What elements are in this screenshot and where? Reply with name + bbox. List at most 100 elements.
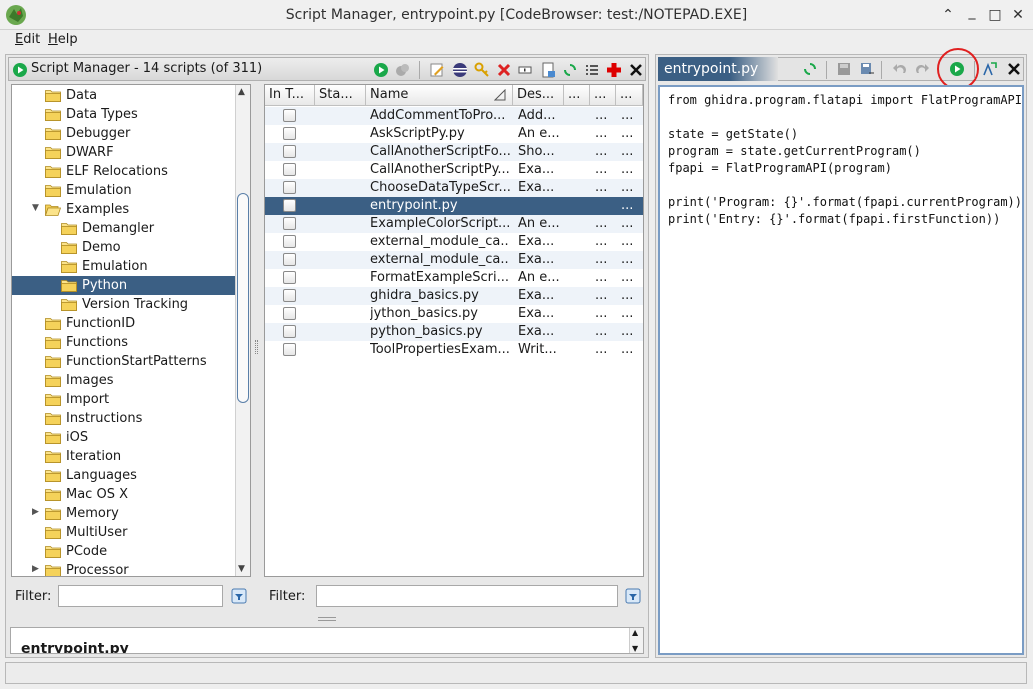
tree-item[interactable]: Demangler: [12, 219, 236, 238]
in-tool-checkbox[interactable]: [283, 325, 296, 338]
in-tool-checkbox[interactable]: [283, 343, 296, 356]
run-script-icon[interactable]: [373, 62, 389, 78]
script-category-tree[interactable]: Data Data Types Debugger DWARF ELF Relocatio…: [11, 84, 251, 577]
close-panel-icon[interactable]: [628, 62, 644, 78]
in-tool-checkbox[interactable]: [283, 145, 296, 158]
table-row[interactable]: entrypoint.py...: [265, 197, 643, 215]
column-header-6[interactable]: ...: [590, 85, 616, 106]
tree-item[interactable]: iOS: [12, 428, 236, 447]
tree-item[interactable]: ELF Relocations: [12, 162, 236, 181]
minimize-button[interactable]: _: [962, 2, 982, 22]
tree-item[interactable]: Demo: [12, 238, 236, 257]
tree-item[interactable]: Import: [12, 390, 236, 409]
table-row[interactable]: AskScriptPy.py An e.........: [265, 125, 643, 143]
menu-edit[interactable]: Edit: [15, 32, 40, 47]
script-directories-icon[interactable]: [584, 62, 600, 78]
key-binding-icon[interactable]: [474, 62, 490, 78]
tree-item[interactable]: ▶ Processor: [12, 561, 236, 576]
tree-item[interactable]: Data Types: [12, 105, 236, 124]
table-row[interactable]: CallAnotherScriptPy.... Exa.........: [265, 161, 643, 179]
in-tool-checkbox[interactable]: [283, 181, 296, 194]
column-header-status[interactable]: Sta...: [315, 85, 366, 106]
save-icon[interactable]: [836, 61, 852, 77]
tree-item[interactable]: Images: [12, 371, 236, 390]
in-tool-checkbox[interactable]: [283, 271, 296, 284]
tree-item[interactable]: DWARF: [12, 143, 236, 162]
scroll-up-arrow-icon[interactable]: ▲: [238, 87, 245, 97]
table-row[interactable]: external_module_ca... Exa.........: [265, 251, 643, 269]
collapsed-arrow-icon[interactable]: ▶: [32, 564, 39, 574]
expanded-arrow-icon[interactable]: ▼: [32, 203, 39, 213]
delete-script-icon[interactable]: [496, 62, 512, 78]
vertical-splitter-handle[interactable]: [255, 340, 258, 354]
table-filter-input[interactable]: [316, 585, 618, 607]
table-row[interactable]: python_basics.py Exa.........: [265, 323, 643, 341]
in-tool-checkbox[interactable]: [283, 307, 296, 320]
table-row[interactable]: FormatExampleScri... An e.........: [265, 269, 643, 287]
scroll-down-arrow-icon[interactable]: ▼: [238, 564, 245, 574]
in-tool-checkbox[interactable]: [283, 289, 296, 302]
editor-tab[interactable]: entrypoint.py: [658, 57, 778, 81]
in-tool-checkbox[interactable]: [283, 109, 296, 122]
tree-item[interactable]: Debugger: [12, 124, 236, 143]
tree-item[interactable]: ▼ Examples: [12, 200, 236, 219]
table-row[interactable]: ToolPropertiesExam... Writ.........: [265, 341, 643, 359]
table-row[interactable]: CallAnotherScriptFo... Sho.........: [265, 143, 643, 161]
table-row[interactable]: AddCommentToPro... Add.........: [265, 107, 643, 125]
tree-item[interactable]: Python: [12, 276, 236, 295]
tree-item[interactable]: FunctionID: [12, 314, 236, 333]
eclipse-icon[interactable]: [452, 62, 468, 78]
in-tool-checkbox[interactable]: [283, 199, 296, 212]
description-scroll-down-icon[interactable]: ▼: [632, 644, 638, 653]
refresh-icon[interactable]: [562, 62, 578, 78]
table-filter-options-icon[interactable]: [625, 588, 641, 604]
collapsed-arrow-icon[interactable]: ▶: [32, 507, 39, 517]
menu-help[interactable]: Help: [48, 32, 78, 47]
code-editor[interactable]: from ghidra.program.flatapi import FlatP…: [658, 85, 1024, 655]
column-header-name[interactable]: Name: [366, 85, 513, 106]
in-tool-checkbox[interactable]: [283, 127, 296, 140]
tree-item[interactable]: Languages: [12, 466, 236, 485]
close-button[interactable]: ✕: [1008, 5, 1028, 25]
column-header-description[interactable]: Des...: [513, 85, 564, 106]
column-header-5[interactable]: ...: [564, 85, 590, 106]
table-row[interactable]: external_module_ca... Exa.........: [265, 233, 643, 251]
tree-item[interactable]: Emulation: [12, 257, 236, 276]
rename-icon[interactable]: [517, 62, 533, 78]
save-as-icon[interactable]: [859, 61, 875, 77]
table-row[interactable]: ghidra_basics.py Exa.........: [265, 287, 643, 305]
tree-item[interactable]: Iteration: [12, 447, 236, 466]
description-scrollbar[interactable]: ▲ ▼: [629, 628, 643, 653]
table-row[interactable]: ExampleColorScript... An e.........: [265, 215, 643, 233]
tree-filter-input[interactable]: [58, 585, 223, 607]
tree-item[interactable]: Instructions: [12, 409, 236, 428]
close-editor-icon[interactable]: [1006, 61, 1022, 77]
run-last-script-icon[interactable]: [395, 62, 411, 78]
tree-scroll-thumb[interactable]: [237, 193, 249, 403]
table-row[interactable]: ChooseDataTypeScr... Exa.........: [265, 179, 643, 197]
in-tool-checkbox[interactable]: [283, 217, 296, 230]
tree-item[interactable]: MultiUser: [12, 523, 236, 542]
filter-options-icon[interactable]: [231, 588, 247, 604]
maximize-button[interactable]: □: [985, 5, 1005, 25]
tree-item[interactable]: Emulation: [12, 181, 236, 200]
new-script-icon[interactable]: [540, 62, 556, 78]
tree-item[interactable]: Functions: [12, 333, 236, 352]
tree-item[interactable]: Version Tracking: [12, 295, 236, 314]
tree-scrollbar[interactable]: ▲ ▼: [235, 85, 250, 576]
run-script-editor-icon[interactable]: [949, 61, 965, 77]
in-tool-checkbox[interactable]: [283, 253, 296, 266]
table-row[interactable]: jython_basics.py Exa.........: [265, 305, 643, 323]
help-cross-icon[interactable]: [606, 62, 622, 78]
tree-item[interactable]: ▶ Memory: [12, 504, 236, 523]
script-table[interactable]: In T... Sta... Name Des... ... ... ... A…: [264, 84, 644, 577]
description-scroll-up-icon[interactable]: ▲: [632, 628, 638, 637]
in-tool-checkbox[interactable]: [283, 235, 296, 248]
tree-item[interactable]: Mac OS X: [12, 485, 236, 504]
select-font-icon[interactable]: [982, 61, 998, 77]
column-header-7[interactable]: ...: [616, 85, 643, 106]
minimize-up-icon[interactable]: ⌃: [938, 5, 958, 25]
edit-script-icon[interactable]: [429, 62, 445, 78]
tree-item[interactable]: PCode: [12, 542, 236, 561]
undo-icon[interactable]: [892, 61, 908, 77]
